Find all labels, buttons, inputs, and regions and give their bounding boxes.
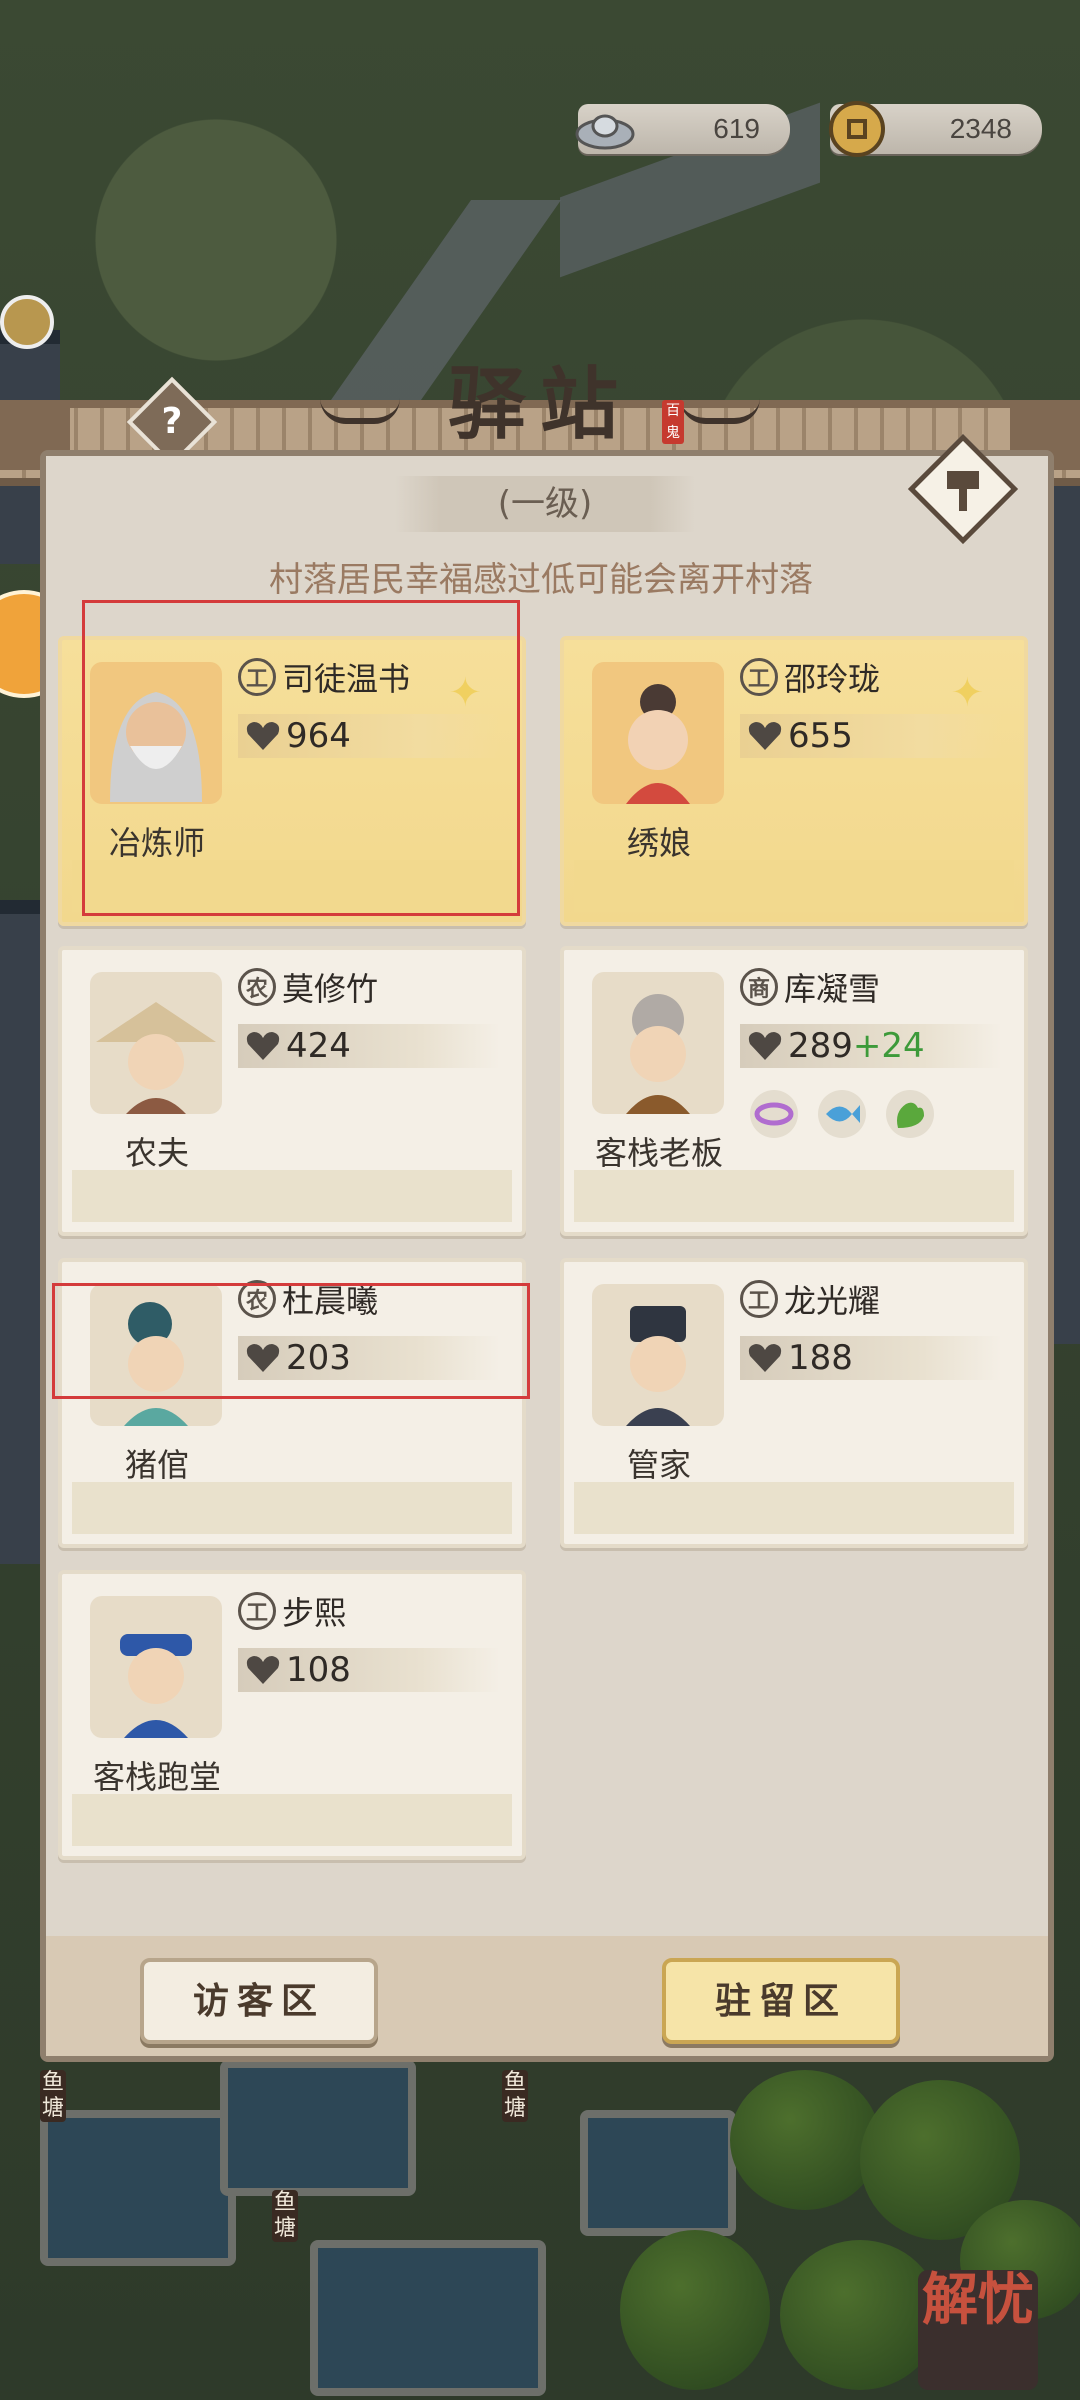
- farmer-badge-icon: 农: [238, 968, 276, 1006]
- visitor-area-button[interactable]: 访客区: [140, 1958, 378, 2044]
- highlight-box: [82, 600, 520, 916]
- resident-card[interactable]: 客栈老板 商 库凝雪 289+24: [560, 946, 1028, 1236]
- jieyou-button[interactable]: 解忧: [918, 2270, 1038, 2390]
- buff-list: [750, 1090, 934, 1138]
- resident-job: 农夫: [124, 1134, 189, 1172]
- resident-name: 龙光耀: [784, 1282, 881, 1320]
- ring-icon[interactable]: [750, 1090, 798, 1138]
- happiness-icon: [748, 722, 782, 750]
- happiness-icon: [246, 1656, 280, 1684]
- resident-card[interactable]: 客栈跑堂 工 步熙 108: [58, 1570, 526, 1860]
- copper-coin-icon: [829, 101, 885, 157]
- resident-portrait: [592, 972, 724, 1114]
- happiness-value: 108: [286, 1650, 351, 1690]
- happiness-value: 424: [286, 1026, 351, 1066]
- resident-job: 猪倌: [124, 1446, 189, 1484]
- happiness-icon: [748, 1344, 782, 1372]
- silver-currency: 619: [575, 104, 790, 154]
- resident-portrait: [90, 972, 222, 1114]
- fish-icon[interactable]: [818, 1090, 866, 1138]
- silver-amount: 619: [713, 113, 760, 144]
- happiness-value: 289+24: [788, 1026, 925, 1066]
- worker-badge-icon: 工: [740, 658, 778, 696]
- copper-amount: 2348: [949, 113, 1012, 144]
- happiness-icon: [246, 1032, 280, 1060]
- merchant-badge-icon: 商: [740, 968, 778, 1006]
- fish-pond-label[interactable]: 鱼塘: [272, 2190, 298, 2242]
- resident-card[interactable]: 管家 工 龙光耀 188: [560, 1258, 1028, 1548]
- resident-card[interactable]: 绣娘 工 邵玲珑 655 ✦: [560, 636, 1028, 926]
- question-icon: ?: [161, 401, 183, 442]
- hammer-icon: [947, 471, 979, 511]
- coin-icon[interactable]: [0, 295, 54, 349]
- resident-job: 客栈老板: [594, 1134, 723, 1172]
- resident-portrait: [592, 1284, 724, 1426]
- happiness-value: 655: [788, 716, 853, 756]
- silver-ingot-icon: [575, 114, 635, 150]
- resident-name: 库凝雪: [784, 970, 881, 1008]
- happiness-icon: [748, 1032, 782, 1060]
- fish-pond-label[interactable]: 鱼塘: [502, 2070, 528, 2122]
- resident-card[interactable]: 农夫 农 莫修竹 424: [58, 946, 526, 1236]
- resident-portrait: [90, 1596, 222, 1738]
- resident-job: 客栈跑堂: [92, 1758, 221, 1796]
- sparkle-icon: ✦: [950, 670, 984, 716]
- worker-badge-icon: 工: [238, 1592, 276, 1630]
- highlight-box: [52, 1283, 530, 1399]
- stay-area-button[interactable]: 驻留区: [662, 1958, 900, 2044]
- resident-name: 步熙: [282, 1594, 347, 1632]
- fish-pond-label[interactable]: 鱼塘: [40, 2070, 66, 2122]
- resident-job: 管家: [626, 1446, 691, 1484]
- happiness-bonus: +24: [852, 1026, 925, 1066]
- happiness-value: 188: [788, 1338, 853, 1378]
- worker-badge-icon: 工: [740, 1280, 778, 1318]
- resident-portrait: [592, 662, 724, 804]
- seal-stamp: 百鬼: [662, 400, 684, 444]
- copper-currency: 2348: [829, 101, 1042, 157]
- muscle-icon[interactable]: [886, 1090, 934, 1138]
- station-level: (一级): [395, 476, 695, 532]
- resident-job: 绣娘: [626, 824, 691, 862]
- resident-name: 邵玲珑: [784, 660, 881, 698]
- resident-name: 莫修竹: [282, 970, 379, 1008]
- happiness-notice: 村落居民幸福感过低可能会离开村落: [269, 560, 813, 600]
